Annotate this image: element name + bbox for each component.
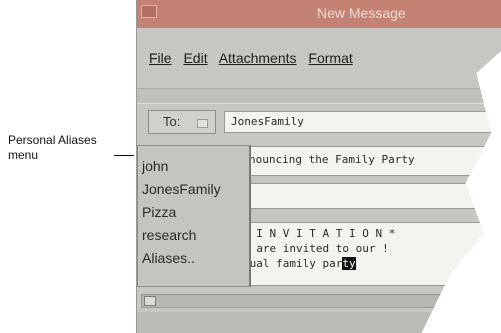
scrollbar-thumb[interactable] (144, 296, 156, 306)
window-title: New Message (317, 5, 406, 21)
personal-aliases-menu: john JonesFamily Pizza research Aliases.… (137, 145, 251, 287)
cc-field[interactable] (224, 183, 494, 209)
toolbar-strip (137, 88, 501, 104)
callout-leader-line (114, 155, 134, 156)
body-line: nual family party (243, 256, 493, 271)
message-body[interactable]: * I N V I T A T I O N * u are invited to… (224, 222, 494, 286)
title-bar: New Message (137, 0, 501, 28)
menu-file[interactable]: File (149, 50, 172, 66)
body-line: * I N V I T A T I O N * (243, 227, 396, 240)
alias-item-aliases[interactable]: Aliases.. (138, 247, 249, 270)
alias-item-pizza[interactable]: Pizza (138, 201, 249, 224)
to-button-label: To: (163, 114, 181, 129)
body-line: u are invited to our ! (243, 242, 389, 255)
alias-item-john[interactable]: john (138, 155, 249, 178)
dropdown-indicator-icon (197, 119, 208, 128)
personal-aliases-callout: Personal Aliases menu (8, 133, 97, 162)
body-line-text: nual family par (243, 257, 343, 270)
horizontal-scrollbar[interactable] (141, 294, 443, 308)
alias-item-research[interactable]: research (138, 224, 249, 247)
text-cursor: ty (342, 257, 356, 270)
menu-format[interactable]: Format (308, 50, 352, 66)
window-menu-icon[interactable] (141, 5, 157, 18)
menu-bar: File Edit Attachments Format (149, 50, 361, 70)
menu-attachments[interactable]: Attachments (219, 50, 297, 66)
to-field[interactable]: JonesFamily (224, 111, 494, 133)
to-button[interactable]: To: (148, 110, 216, 134)
status-strip (137, 312, 501, 333)
subject-field[interactable]: nouncing the Family Party (224, 146, 494, 176)
alias-item-jonesfamily[interactable]: JonesFamily (138, 178, 249, 201)
menu-edit[interactable]: Edit (183, 50, 207, 66)
